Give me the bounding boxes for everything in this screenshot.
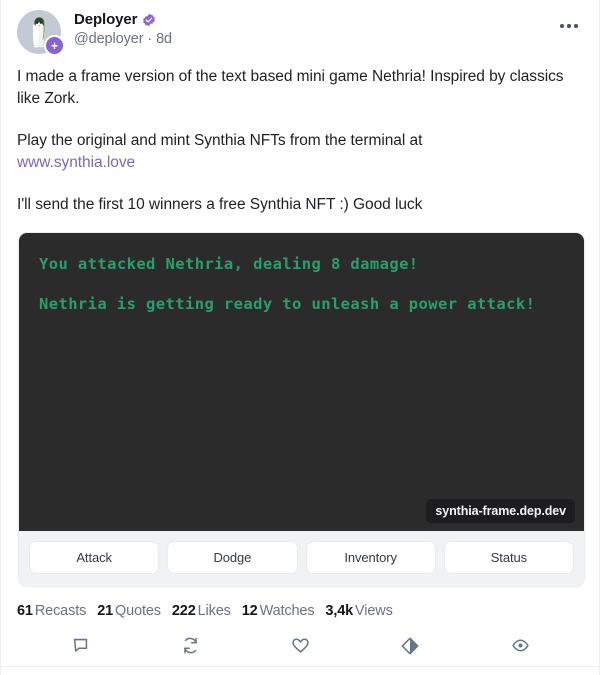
paragraph-3: I'll send the first 10 winners a free Sy… bbox=[17, 196, 423, 213]
recast-action[interactable] bbox=[135, 633, 245, 663]
stat-label: Quotes bbox=[115, 603, 161, 619]
frame-button-attack[interactable]: Attack bbox=[29, 541, 160, 574]
stat-views[interactable]: 3,4k Views bbox=[325, 603, 392, 619]
watch-action[interactable] bbox=[465, 633, 575, 663]
stat-quotes[interactable]: 21 Quotes bbox=[97, 603, 161, 619]
comment-icon bbox=[71, 636, 90, 660]
frame-button-bar: Attack Dodge Inventory Status bbox=[19, 531, 584, 586]
display-name-row: Deployer bbox=[74, 11, 172, 28]
mint-action[interactable] bbox=[355, 633, 465, 663]
frame-embed: You attacked Nethria, dealing 8 damage! … bbox=[18, 232, 585, 587]
stat-likes[interactable]: 222 Likes bbox=[172, 603, 231, 619]
stat-label: Watches bbox=[259, 603, 315, 619]
dot bbox=[574, 24, 578, 28]
frame-button-dodge[interactable]: Dodge bbox=[167, 541, 298, 574]
verified-badge-icon bbox=[142, 13, 156, 27]
like-action[interactable] bbox=[245, 633, 355, 663]
display-name: Deployer bbox=[74, 11, 138, 28]
engagement-stats: 61 Recasts 21 Quotes 222 Likes 12 Watches 3,… bbox=[1, 587, 599, 619]
avatar-plus-badge-icon[interactable]: + bbox=[44, 35, 65, 56]
comment-action[interactable] bbox=[25, 633, 135, 663]
paragraph-1: I made a frame version of the text based… bbox=[17, 68, 564, 107]
cast-header: + Deployer @deployer · 8d bbox=[1, 0, 599, 56]
frame-button-status[interactable]: Status bbox=[443, 541, 574, 574]
stat-value: 3,4k bbox=[325, 603, 354, 619]
frame-domain-badge: synthia-frame.dep.dev bbox=[426, 499, 575, 523]
handle[interactable]: @deployer bbox=[74, 31, 144, 47]
action-bar bbox=[1, 619, 599, 663]
paragraph-2: Play the original and mint Synthia NFTs … bbox=[17, 130, 583, 174]
cast-container: + Deployer @deployer · 8d I made a frame… bbox=[0, 0, 600, 675]
separator: · bbox=[147, 31, 153, 47]
recast-icon bbox=[181, 636, 200, 660]
heart-icon bbox=[291, 636, 310, 660]
dot bbox=[560, 24, 564, 28]
terminal-line: You attacked Nethria, dealing 8 damage! bbox=[39, 255, 419, 273]
cast-text: I made a frame version of the text based… bbox=[1, 54, 599, 216]
terminal-line: Nethria is getting ready to unleash a po… bbox=[39, 295, 536, 313]
timestamp: 8d bbox=[156, 31, 172, 47]
frame-button-inventory[interactable]: Inventory bbox=[305, 541, 436, 574]
synthia-link[interactable]: www.synthia.love bbox=[17, 154, 135, 171]
dot bbox=[567, 24, 571, 28]
eye-watch-icon bbox=[511, 636, 530, 660]
handle-and-timestamp: @deployer · 8d bbox=[74, 31, 172, 47]
stat-recasts[interactable]: 61 Recasts bbox=[17, 603, 86, 619]
avatar[interactable]: + bbox=[17, 10, 65, 56]
stat-label: Likes bbox=[197, 603, 231, 619]
stat-value: 61 bbox=[17, 603, 33, 619]
paragraph-2-text: Play the original and mint Synthia NFTs … bbox=[17, 132, 423, 149]
diamond-mint-icon bbox=[400, 636, 420, 661]
author-names: Deployer @deployer · 8d bbox=[74, 10, 172, 47]
stat-value: 21 bbox=[97, 603, 114, 619]
stat-label: Recasts bbox=[34, 603, 87, 619]
frame-terminal-screen: You attacked Nethria, dealing 8 damage! … bbox=[19, 233, 584, 531]
stat-value: 12 bbox=[241, 603, 258, 619]
bottom-divider bbox=[1, 666, 599, 667]
stat-label: Views bbox=[355, 603, 393, 619]
stat-value: 222 bbox=[171, 603, 196, 619]
stat-watches[interactable]: 12 Watches bbox=[242, 603, 315, 619]
more-options-icon[interactable] bbox=[555, 16, 583, 36]
